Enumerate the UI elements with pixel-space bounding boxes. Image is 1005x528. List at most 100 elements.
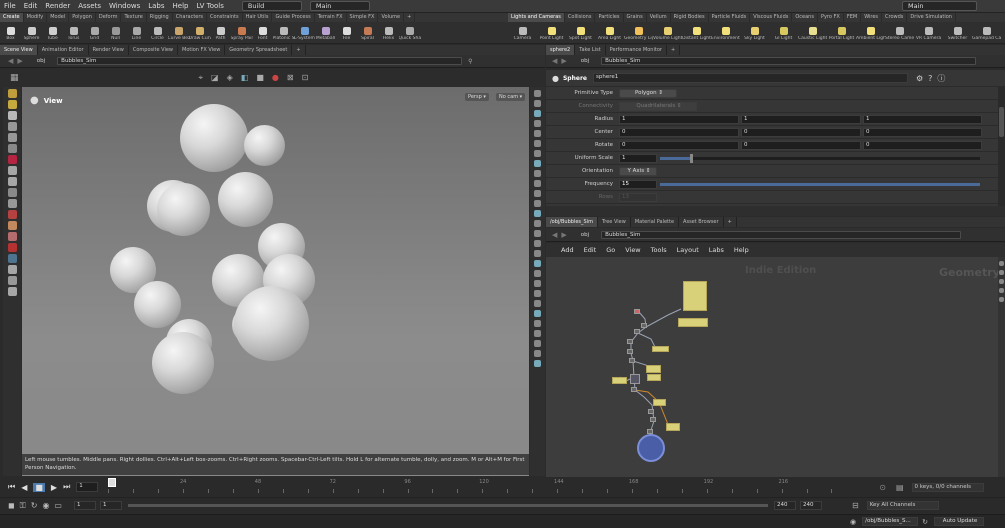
loop-icon[interactable]: ↻ — [31, 501, 38, 510]
viewport-display-icon[interactable] — [534, 120, 541, 127]
network-tool-icon[interactable] — [999, 270, 1004, 275]
viewport-display-icon[interactable] — [534, 90, 541, 97]
refresh-icon[interactable]: ↻ — [922, 518, 928, 526]
network-label[interactable]: obj — [581, 58, 589, 64]
frequency-slider[interactable] — [660, 182, 980, 186]
pane-tab[interactable]: Performance Monitor — [606, 45, 667, 55]
shelf-tool[interactable]: Portal Light — [827, 24, 856, 41]
viewport-tool-icon[interactable] — [7, 133, 17, 142]
shelf-tool[interactable]: Quick Shapes — [399, 24, 421, 41]
viewport-tool-icon[interactable] — [7, 122, 17, 131]
viewport-display-icon[interactable] — [534, 320, 541, 327]
param-scrollbar[interactable] — [998, 87, 1005, 206]
radius-z-field[interactable]: 1 — [863, 114, 982, 124]
current-frame-field[interactable]: 1 — [76, 482, 99, 492]
menu-labs[interactable]: Labs — [144, 0, 168, 13]
rows-field[interactable]: 13 — [619, 192, 657, 202]
rotate-z-field[interactable]: 0 — [863, 140, 982, 150]
shelf-tool[interactable]: Circle — [147, 24, 168, 41]
yellow-note-node[interactable] — [646, 365, 661, 373]
network-menu-item[interactable]: Help — [729, 246, 754, 254]
pane-tab[interactable]: /obj/Bubbles_Sim — [546, 217, 598, 227]
center-y-field[interactable]: 0 — [741, 127, 861, 137]
step-back-icon[interactable]: ◀ — [21, 483, 27, 492]
shelf-tool[interactable]: Spiral — [357, 24, 378, 41]
shelf-tool[interactable]: Sky Light — [740, 24, 769, 41]
viewport-display-icon[interactable] — [534, 150, 541, 157]
shelf-tool[interactable]: Box — [0, 24, 21, 41]
viewport-display-icon[interactable] — [534, 300, 541, 307]
record-icon[interactable]: ● — [272, 73, 279, 82]
uniform-scale-slider[interactable] — [660, 153, 980, 163]
stop-icon[interactable]: ■ — [33, 482, 45, 492]
menu-render[interactable]: Render — [41, 0, 74, 13]
viewport-display-icon[interactable] — [534, 360, 541, 367]
shelf-tool[interactable]: Torus — [63, 24, 84, 41]
pane-tab[interactable]: Material Palette — [631, 217, 680, 227]
network-menu-item[interactable]: Edit — [579, 246, 602, 254]
network-label[interactable]: obj — [37, 58, 45, 64]
network-node[interactable] — [627, 349, 633, 354]
timeline-ruler[interactable]: 124487296120144168192216 — [108, 478, 863, 496]
forward-arrow-icon[interactable]: ▶ — [561, 231, 566, 239]
shelf-tab[interactable]: Rigging — [147, 13, 173, 22]
shelf-tab[interactable]: Guide Process — [272, 13, 315, 22]
shelf-tab[interactable]: Model — [47, 13, 70, 22]
network-node[interactable] — [634, 329, 640, 334]
output-node[interactable] — [637, 434, 665, 462]
shelf-tool[interactable]: Volume Light — [653, 24, 682, 41]
center-z-field[interactable]: 0 — [863, 127, 982, 137]
shelf-tool[interactable]: Spray Paint — [231, 24, 253, 41]
viewport-display-icon[interactable] — [534, 240, 541, 247]
viewport-display-icon[interactable] — [534, 270, 541, 277]
network-menu-item[interactable]: Tools — [646, 246, 672, 254]
shelf-tab[interactable]: Pyro FX — [818, 13, 844, 22]
yellow-note-node[interactable] — [653, 399, 666, 406]
forward-arrow-icon[interactable]: ▶ — [561, 57, 566, 65]
channel-icon[interactable]: ⊟ — [852, 501, 859, 510]
node-name-field[interactable]: sphere1 — [592, 73, 908, 83]
shelf-tab[interactable]: Constraints — [207, 13, 243, 22]
shelf-tool[interactable]: Ambient Light — [856, 24, 885, 41]
key-all-channels-button[interactable]: Key All Channels — [866, 501, 939, 510]
network-node[interactable] — [648, 409, 654, 414]
menu-assets[interactable]: Assets — [74, 0, 105, 13]
network-node[interactable] — [650, 417, 656, 422]
shelf-tab[interactable]: Vellum — [647, 13, 671, 22]
viewport-display-icon[interactable] — [534, 350, 541, 357]
shelf-tool[interactable]: Sphere — [21, 24, 42, 41]
shelf-tab[interactable]: FEM — [844, 13, 862, 22]
yellow-note-node[interactable] — [612, 377, 627, 384]
viewport-tool-icon[interactable] — [7, 111, 17, 120]
network-path-field[interactable]: Bubbles_Sim — [601, 230, 962, 239]
viewport-tool-icon[interactable] — [7, 199, 17, 208]
radius-y-field[interactable]: 1 — [741, 114, 861, 124]
pin-icon[interactable]: ⚲ — [468, 58, 472, 65]
shelf-tab[interactable]: Texture — [121, 13, 147, 22]
auto-update-menu[interactable]: Auto Update — [933, 517, 984, 526]
network-menu-item[interactable]: Labs — [704, 246, 729, 254]
viewport-display-icon[interactable] — [534, 140, 541, 147]
gear-icon[interactable]: ⚙ — [916, 74, 923, 83]
shelf-tab[interactable]: Particles — [595, 13, 624, 22]
viewport-tool-icon[interactable] — [7, 166, 17, 175]
key-icon[interactable]: ⚿ — [20, 501, 26, 511]
network-node[interactable] — [641, 323, 647, 328]
viewport-tool-icon[interactable] — [7, 177, 17, 186]
network-node[interactable] — [634, 309, 640, 314]
shelf-tool[interactable]: Camera — [508, 24, 537, 41]
param-path-field[interactable]: Bubbles_Sim — [601, 57, 977, 65]
shelf-tool[interactable]: Environment Light — [711, 24, 740, 41]
camera-menu[interactable]: No cam ▾ — [496, 93, 526, 101]
add-tab-icon[interactable]: + — [724, 217, 737, 227]
shelf-tool[interactable]: File — [336, 24, 357, 41]
shelf-tool[interactable]: Path — [210, 24, 231, 41]
network-node[interactable] — [631, 387, 637, 392]
shelf-tool[interactable]: Tube — [42, 24, 63, 41]
network-tool-icon[interactable] — [999, 297, 1004, 302]
info-icon[interactable]: ⓘ — [937, 73, 945, 84]
viewport-tool-icon[interactable] — [7, 89, 17, 98]
shelf-tool[interactable]: Draw Curve — [189, 24, 211, 41]
add-tab-icon[interactable]: + — [667, 45, 681, 55]
yellow-note-node[interactable] — [652, 346, 669, 352]
